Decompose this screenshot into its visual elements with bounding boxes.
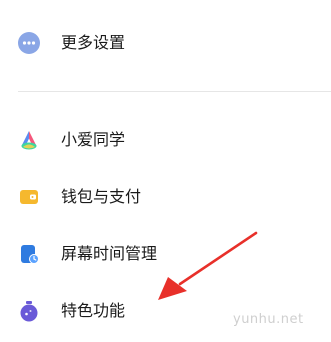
xiaoai-assistant-icon	[21, 131, 37, 150]
section-divider	[18, 91, 331, 92]
settings-item-screen-time[interactable]: 屏幕时间管理	[0, 232, 331, 276]
special-features-icon	[20, 301, 38, 322]
settings-item-xiaoai[interactable]: 小爱同学	[0, 118, 331, 162]
settings-item-label: 特色功能	[61, 301, 126, 320]
settings-item-label: 小爱同学	[61, 130, 126, 149]
more-dots-icon	[18, 32, 40, 54]
settings-item-more-settings[interactable]: 更多设置	[0, 21, 331, 65]
watermark-text: yunhu.net	[233, 312, 304, 327]
settings-item-label: 屏幕时间管理	[61, 244, 158, 263]
settings-item-label: 钱包与支付	[61, 187, 142, 206]
settings-item-label: 更多设置	[61, 33, 126, 52]
wallet-icon	[20, 190, 38, 204]
settings-item-wallet-payment[interactable]: 钱包与支付	[0, 175, 331, 219]
screen-time-icon	[21, 245, 39, 264]
settings-screen: 更多设置 小爱同学 钱包与支付 屏幕时间管理 特色功能 yunhu.net	[0, 0, 331, 342]
